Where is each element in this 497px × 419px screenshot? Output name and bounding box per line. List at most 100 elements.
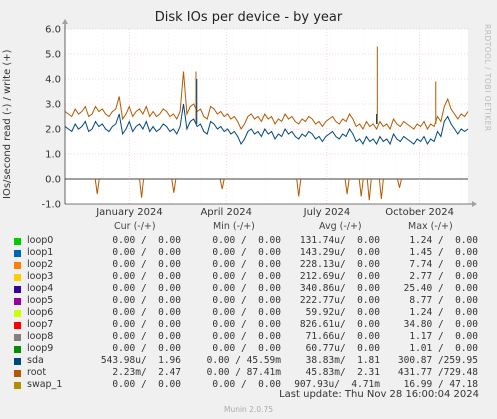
x-tick-label: April 2024	[200, 207, 251, 218]
y-tick-label: 2.0	[45, 125, 61, 136]
legend-name: loop7	[27, 319, 54, 330]
legend-value-cur: 0.00 / 0.00	[112, 271, 181, 282]
legend-swatch	[14, 274, 21, 281]
legend-value-cur: 0.00 / 0.00	[112, 283, 181, 294]
legend-value-cur: 0.00 / 0.00	[112, 235, 181, 246]
legend-value-max: 431.77 /729.48	[397, 367, 478, 378]
legend-row-loop3: loop3 0.00 / 0.00 0.00 / 0.00 212.69u/ 0.00…	[0, 271, 497, 283]
legend-swatch	[14, 310, 21, 317]
legend-row-sda: sda 543.98u/ 1.96 0.00 / 45.59m 38.83m/ 1.8…	[0, 355, 497, 367]
legend-name: loop1	[27, 247, 54, 258]
legend-value-min: 0.00 / 0.00	[212, 295, 281, 306]
legend-name: loop8	[27, 331, 54, 342]
legend-row-loop2: loop2 0.00 / 0.00 0.00 / 0.00 228.13u/ 0.00…	[0, 259, 497, 271]
legend-row-loop4: loop4 0.00 / 0.00 0.00 / 0.00 340.86u/ 0.00…	[0, 283, 497, 295]
legend-swatch	[14, 382, 21, 389]
legend-value-cur: 0.00 / 0.00	[112, 379, 181, 390]
munin-version: Munin 2.0.75	[223, 405, 274, 414]
legend-value-avg: 143.29u/ 0.00	[299, 247, 380, 258]
legend-value-avg: 826.61u/ 0.00	[299, 319, 380, 330]
x-tick-label: July 2024	[303, 207, 351, 218]
legend-value-min: 0.00 / 0.00	[212, 307, 281, 318]
legend-value-min: 0.00 / 0.00	[212, 319, 281, 330]
legend-name: loop4	[27, 283, 54, 294]
legend-value-min: 0.00 / 0.00	[212, 343, 281, 354]
legend-row-loop5: loop5 0.00 / 0.00 0.00 / 0.00 222.77u/ 0.00…	[0, 295, 497, 307]
legend-value-max: 300.87 /259.95	[397, 355, 478, 366]
legend-value-avg: 45.83m/ 2.31	[305, 367, 380, 378]
legend-value-min: 0.00 / 0.00	[212, 235, 281, 246]
legend-name: loop9	[27, 343, 54, 354]
legend-value-avg: 228.13u/ 0.00	[299, 259, 380, 270]
legend-swatch	[14, 286, 21, 293]
legend-swatch	[14, 358, 21, 365]
legend-value-cur: 0.00 / 0.00	[112, 259, 181, 270]
y-tick-label: 5.0	[45, 50, 61, 61]
legend-header-min: Min (-/+)	[213, 221, 255, 232]
legend-value-max: 7.74 / 0.00	[409, 259, 478, 270]
legend-row-loop8: loop8 0.00 / 0.00 0.00 / 0.00 71.66u/ 0.00 1…	[0, 331, 497, 343]
legend-value-avg: 59.92u/ 0.00	[305, 307, 380, 318]
legend-swatch	[14, 322, 21, 329]
legend-value-max: 1.45 / 0.00	[409, 247, 478, 258]
legend-swatch	[14, 238, 21, 245]
legend-value-max: 25.40 / 0.00	[403, 283, 478, 294]
legend-row-loop7: loop7 0.00 / 0.00 0.00 / 0.00 826.61u/ 0.00…	[0, 319, 497, 331]
legend-value-avg: 38.83m/ 1.81	[305, 355, 380, 366]
legend-value-cur: 2.23m/ 2.47	[112, 367, 181, 378]
legend-value-min: 0.00 / 87.41m	[206, 367, 281, 378]
legend-value-max: 1.24 / 0.00	[409, 235, 478, 246]
last-update: Last update: Thu Nov 28 16:00:04 2024	[279, 389, 479, 400]
legend-value-min: 0.00 / 0.00	[212, 283, 281, 294]
legend-name: loop3	[27, 271, 54, 282]
legend-value-avg: 60.77u/ 0.00	[305, 343, 380, 354]
legend-value-cur: 0.00 / 0.00	[112, 331, 181, 342]
chart-canvas: -1.0 0.0 1.0 2.0 3.0 4.0 5.0 6.0 January 2024 Ap…	[41, 19, 477, 218]
legend-value-max: 8.77 / 0.00	[409, 295, 478, 306]
x-ticks: January 2024 April 2024 July 2024 October 2…	[95, 207, 454, 218]
legend-row-loop1: loop1 0.00 / 0.00 0.00 / 0.00 143.29u/ 0.00…	[0, 247, 497, 259]
legend-header-max: Max (-/+)	[408, 221, 453, 232]
legend-value-cur: 543.98u/ 1.96	[100, 355, 181, 366]
legend-value-avg: 340.86u/ 0.00	[299, 283, 380, 294]
legend-name: swap_1	[27, 379, 63, 390]
legend-value-cur: 0.00 / 0.00	[112, 247, 181, 258]
x-tick-label: October 2024	[385, 207, 454, 218]
y-tick-label: 0.0	[45, 175, 61, 186]
legend-row-loop9: loop9 0.00 / 0.00 0.00 / 0.00 60.77u/ 0.00 1…	[0, 343, 497, 355]
legend-swatch	[14, 346, 21, 353]
y-arrow-head	[62, 19, 68, 24]
legend-value-min: 0.00 / 0.00	[212, 259, 281, 270]
legend-value-max: 2.77 / 0.00	[409, 271, 478, 282]
y-ticks: -1.0 0.0 1.0 2.0 3.0 4.0 5.0 6.0	[41, 25, 61, 211]
legend-swatch	[14, 334, 21, 341]
legend-value-max: 1.17 / 0.00	[409, 331, 478, 342]
legend-value-max: 1.01 / 0.00	[409, 343, 478, 354]
legend-value-avg: 222.77u/ 0.00	[299, 295, 380, 306]
legend-name: loop2	[27, 259, 54, 270]
legend-name: loop0	[27, 235, 54, 246]
x-tick-label: January 2024	[95, 207, 163, 218]
legend-row-loop6: loop6 0.00 / 0.00 0.00 / 0.00 59.92u/ 0.00 1…	[0, 307, 497, 319]
y-tick-label: 6.0	[45, 25, 61, 36]
legend-row-loop0: loop0 0.00 / 0.00 0.00 / 0.00 131.74u/ 0.00…	[0, 235, 497, 247]
legend-header-cur: Cur (-/+)	[114, 221, 156, 232]
legend-name: loop5	[27, 295, 54, 306]
legend-row-root: root 2.23m/ 2.47 0.00 / 87.41m 45.83m/ 2.31…	[0, 367, 497, 379]
legend-value-avg: 71.66u/ 0.00	[305, 331, 380, 342]
legend-value-cur: 0.00 / 0.00	[112, 307, 181, 318]
legend-value-min: 0.00 / 0.00	[212, 247, 281, 258]
legend-value-min: 0.00 / 45.59m	[206, 355, 281, 366]
legend-header-avg: Avg (-/+)	[319, 221, 362, 232]
y-tick-label: -1.0	[41, 200, 61, 211]
legend-swatch	[14, 370, 21, 377]
legend-value-min: 0.00 / 0.00	[212, 379, 281, 390]
legend-value-max: 34.80 / 0.00	[403, 319, 478, 330]
legend-name: root	[27, 367, 47, 378]
legend-value-max: 1.24 / 0.00	[409, 307, 478, 318]
y-tick-label: 4.0	[45, 75, 61, 86]
legend-value-min: 0.00 / 0.00	[212, 331, 281, 342]
legend-value-cur: 0.00 / 0.00	[112, 295, 181, 306]
legend-name: loop6	[27, 307, 54, 318]
y-tick-label: 3.0	[45, 100, 61, 111]
